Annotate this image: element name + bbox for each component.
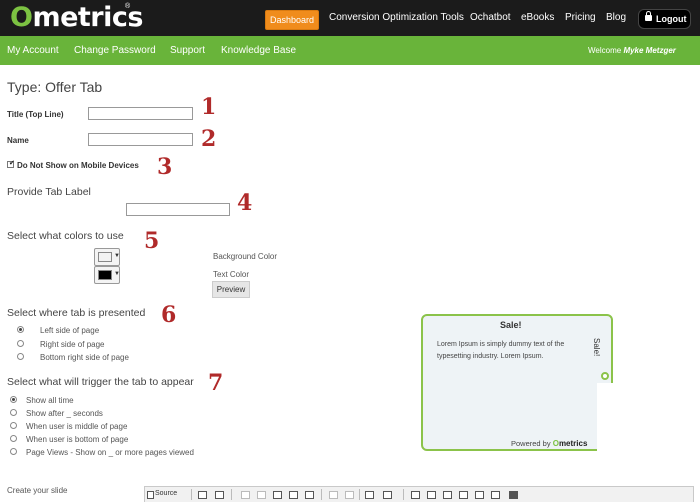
trigger-radio-page-views[interactable]: [10, 448, 17, 455]
textarea-icon[interactable]: [475, 491, 484, 499]
toolbar-separator: [231, 489, 232, 500]
tab-preview-notch: [597, 383, 617, 453]
trigger-option-label: When user is middle of page: [26, 422, 128, 431]
position-option-label: Bottom right side of page: [40, 353, 129, 362]
trigger-option-label: Show all time: [26, 396, 74, 405]
trigger-radio-show-all-time[interactable]: [10, 396, 17, 403]
page-title: Type: Offer Tab: [7, 79, 103, 95]
create-slide-label: Create your slide: [7, 486, 68, 495]
position-option-label: Right side of page: [40, 340, 105, 349]
title-input[interactable]: [88, 107, 193, 120]
trigger-radio-after-seconds[interactable]: [10, 409, 17, 416]
name-input[interactable]: [88, 133, 193, 146]
spellcheck-icon[interactable]: [383, 491, 392, 499]
trigger-option-label: Show after _ seconds: [26, 409, 103, 418]
checkbox-icon[interactable]: [427, 491, 436, 499]
dashboard-button[interactable]: Dashboard: [265, 10, 319, 30]
colors-heading: Select what colors to use: [7, 230, 124, 242]
source-button[interactable]: Source: [155, 490, 177, 497]
tab-preview: [421, 314, 613, 451]
mobile-label: Do Not Show on Mobile Devices: [17, 161, 139, 170]
nav-my-account[interactable]: My Account: [7, 45, 59, 56]
welcome-text: Welcome Myke Metzger: [588, 46, 676, 55]
top-navigation-bar: Ometrics ® Dashboard Conversion Optimiza…: [0, 0, 700, 36]
trigger-heading: Select what will trigger the tab to appe…: [7, 376, 194, 388]
position-option-label: Left side of page: [40, 326, 100, 335]
name-label: Name: [7, 136, 29, 145]
nav-support[interactable]: Support: [170, 45, 205, 56]
nav-ebooks[interactable]: eBooks: [521, 12, 554, 23]
nav-conversion-optimization-tools[interactable]: Conversion Optimization Tools: [329, 12, 464, 23]
mobile-checkbox[interactable]: ✔: [7, 160, 15, 168]
dropdown-arrow-icon: ▼: [114, 271, 120, 277]
trigger-radio-bottom-of-page[interactable]: [10, 435, 17, 442]
annotation-2: 2: [201, 126, 217, 152]
account-navigation-bar: My Account Change Password Support Knowl…: [0, 36, 700, 65]
select-icon[interactable]: [491, 491, 500, 499]
ring-icon: [601, 372, 609, 380]
redo-icon[interactable]: [345, 491, 354, 499]
logo[interactable]: Ometrics: [10, 2, 143, 33]
background-color-picker[interactable]: ▼: [94, 248, 120, 266]
title-label: Title (Top Line): [7, 110, 64, 119]
annotation-7: 7: [208, 370, 224, 396]
annotation-3: 3: [157, 154, 173, 180]
annotation-5: 5: [144, 228, 160, 254]
form-icon[interactable]: [411, 491, 420, 499]
text-swatch: [98, 270, 112, 280]
text-color-picker[interactable]: ▼: [94, 266, 120, 284]
templates-icon[interactable]: [215, 491, 224, 499]
lock-icon: [645, 11, 652, 21]
position-radio-bottom-right[interactable]: [17, 353, 24, 360]
paste-text-icon[interactable]: [289, 491, 298, 499]
position-heading: Select where tab is presented: [7, 307, 146, 319]
trigger-radio-middle-of-page[interactable]: [10, 422, 17, 429]
position-radio-right[interactable]: [17, 340, 24, 347]
annotation-6: 6: [161, 302, 177, 328]
copy-icon[interactable]: [257, 491, 266, 499]
registered-mark: ®: [125, 3, 131, 10]
radio-icon[interactable]: [443, 491, 452, 499]
find-icon[interactable]: [365, 491, 374, 499]
powered-by-logo: Ometrics: [552, 439, 588, 448]
paste-icon[interactable]: [273, 491, 282, 499]
background-swatch: [98, 252, 112, 262]
nav-ochatbot[interactable]: Ochatbot: [470, 12, 511, 23]
nav-knowledge-base[interactable]: Knowledge Base: [221, 45, 296, 56]
button-icon[interactable]: [509, 491, 518, 499]
editor-toolbar: Source: [144, 486, 694, 502]
logout-button[interactable]: Logout: [638, 9, 691, 29]
tab-label-heading: Provide Tab Label: [7, 186, 91, 198]
tab-preview-title: Sale!: [500, 320, 522, 330]
trigger-option-label: When user is bottom of page: [26, 435, 129, 444]
tab-preview-side-label: Sale!: [592, 338, 601, 357]
new-page-icon[interactable]: [198, 491, 207, 499]
textfield-icon[interactable]: [459, 491, 468, 499]
tab-label-input[interactable]: [126, 203, 230, 216]
preview-button[interactable]: Preview: [212, 281, 250, 298]
toolbar-separator: [359, 489, 360, 500]
dropdown-arrow-icon: ▼: [114, 253, 120, 259]
check-icon: ✔: [9, 160, 15, 167]
nav-change-password[interactable]: Change Password: [74, 45, 156, 56]
toolbar-separator: [191, 489, 192, 500]
paste-word-icon[interactable]: [305, 491, 314, 499]
annotation-4: 4: [237, 190, 253, 216]
powered-by: Powered by Ometrics: [511, 439, 588, 448]
nav-pricing[interactable]: Pricing: [565, 12, 596, 23]
toolbar-separator: [321, 489, 322, 500]
trigger-option-label: Page Views - Show on _ or more pages vie…: [26, 448, 194, 457]
user-name: Myke Metzger: [623, 46, 676, 55]
background-color-label: Background Color: [213, 252, 278, 261]
position-radio-left[interactable]: [17, 326, 24, 333]
text-color-label: Text Color: [213, 270, 250, 279]
toolbar-separator: [403, 489, 404, 500]
undo-icon[interactable]: [329, 491, 338, 499]
source-icon[interactable]: [147, 491, 154, 499]
nav-blog[interactable]: Blog: [606, 12, 626, 23]
tab-preview-body: Lorem Ipsum is simply dummy text of the …: [437, 341, 565, 360]
cut-icon[interactable]: [241, 491, 250, 499]
annotation-1: 1: [201, 94, 217, 120]
